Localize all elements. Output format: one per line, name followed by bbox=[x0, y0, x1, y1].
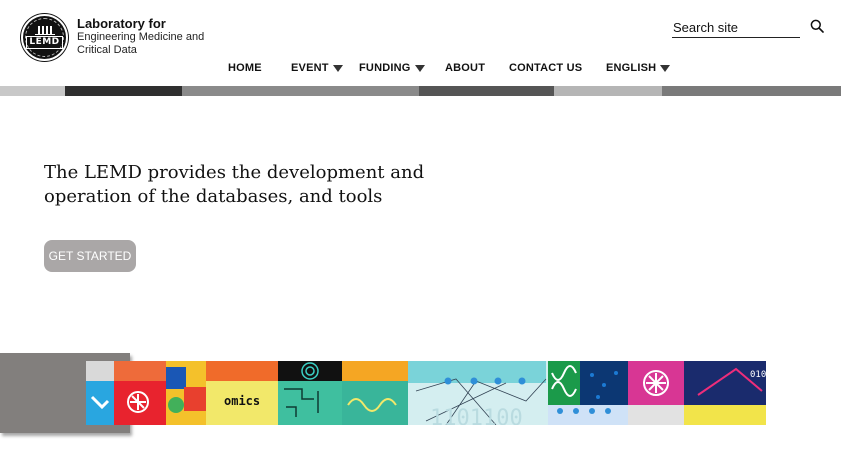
binary-digits-text: 1101100 bbox=[430, 406, 523, 425]
hero-headline: The LEMD provides the development and op… bbox=[44, 161, 444, 209]
org-name[interactable]: Laboratory for Engineering Medicine and … bbox=[77, 16, 217, 57]
nav-event[interactable]: EVENT bbox=[291, 62, 343, 74]
nav-event-label: EVENT bbox=[291, 62, 329, 74]
lemd-logo[interactable]: LEMD bbox=[21, 14, 68, 61]
stripe-segment bbox=[419, 86, 554, 96]
nav-contact-us-label: CONTACT US bbox=[509, 62, 583, 74]
stripe-segment bbox=[0, 86, 65, 96]
nav-about[interactable]: ABOUT bbox=[445, 62, 485, 74]
nav-language[interactable]: ENGLISH bbox=[606, 62, 671, 74]
logo-text: LEMD bbox=[26, 36, 63, 49]
dna-label-text: 0100 bbox=[750, 370, 766, 380]
logo-emblem: LEMD bbox=[25, 18, 64, 57]
org-name-line1: Laboratory for bbox=[77, 16, 166, 31]
omics-text: omics bbox=[224, 394, 260, 408]
chevron-down-icon[interactable] bbox=[332, 64, 343, 72]
header-color-stripe bbox=[0, 86, 841, 96]
nav-funding[interactable]: FUNDING bbox=[359, 62, 425, 74]
chevron-down-icon[interactable] bbox=[414, 64, 425, 72]
science-collage-illustration: 1101100 0100 omics bbox=[86, 361, 772, 431]
org-name-line3: Critical Data bbox=[77, 44, 137, 56]
stripe-segment bbox=[300, 86, 419, 96]
stripe-segment bbox=[182, 86, 300, 96]
stripe-segment bbox=[554, 86, 662, 96]
stripe-segment bbox=[65, 86, 182, 96]
nav-contact-us[interactable]: CONTACT US bbox=[509, 62, 582, 74]
search-icon[interactable] bbox=[810, 19, 824, 33]
org-name-line2: Engineering Medicine and bbox=[77, 31, 205, 43]
nav-home-label: HOME bbox=[228, 62, 262, 74]
nav-about-label: ABOUT bbox=[445, 62, 486, 74]
nav-language-label: ENGLISH bbox=[606, 62, 657, 74]
main-nav: HOME EVENT FUNDING ABOUT CONTACT US ENGL… bbox=[0, 62, 841, 76]
nav-funding-label: FUNDING bbox=[359, 62, 411, 74]
get-started-button[interactable]: GET STARTED bbox=[44, 240, 136, 272]
building-icon bbox=[34, 26, 55, 35]
search-input[interactable] bbox=[672, 17, 800, 37]
search-box bbox=[672, 17, 800, 38]
stripe-segment bbox=[662, 86, 841, 96]
hero-headline-line2: operation of the databases, and tools bbox=[44, 186, 383, 207]
hero-headline-line1: The LEMD provides the development and bbox=[44, 162, 425, 183]
chevron-down-icon[interactable] bbox=[660, 64, 671, 72]
science-illustration-banner: 1101100 0100 omics bbox=[86, 361, 772, 431]
nav-home[interactable]: HOME bbox=[228, 62, 262, 74]
